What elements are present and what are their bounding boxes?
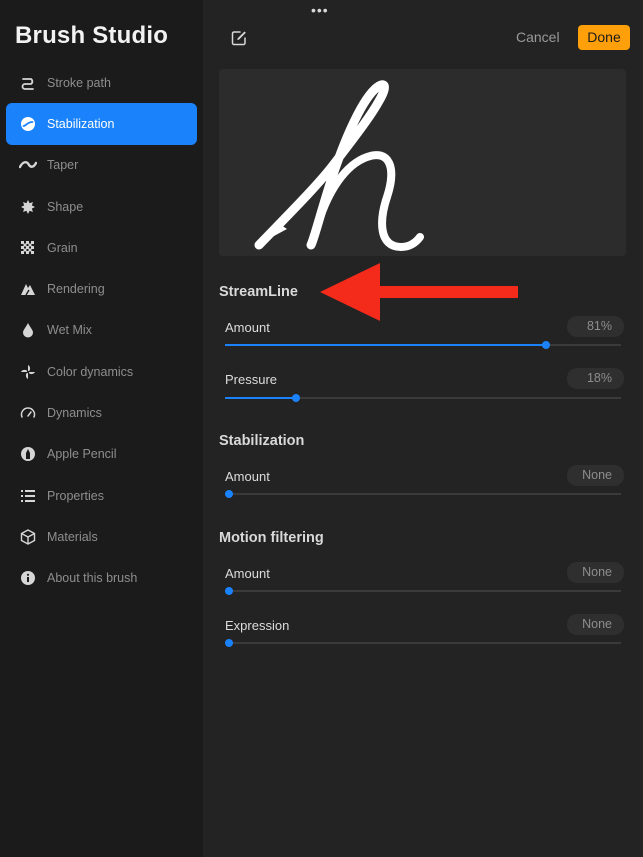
apple-pencil-icon: [18, 444, 38, 464]
sidebar-item-label: Taper: [47, 158, 79, 173]
sidebar-item-rendering[interactable]: Rendering: [6, 268, 197, 309]
slider-knob[interactable]: [292, 394, 301, 402]
sidebar-item-color-dynamics[interactable]: Color dynamics: [6, 351, 197, 392]
sidebar-item-label: Apple Pencil: [47, 447, 117, 462]
materials-icon: [18, 527, 38, 547]
sidebar-item-label: Properties: [47, 488, 104, 503]
dynamics-icon: [18, 403, 38, 423]
sidebar-item-apple-pencil[interactable]: Apple Pencil: [6, 434, 197, 475]
drag-handle[interactable]: •••: [311, 2, 329, 18]
info-icon: [18, 568, 38, 588]
sidebar-item-taper[interactable]: Taper: [6, 145, 197, 186]
grain-icon: [18, 238, 38, 258]
sidebar-item-dynamics[interactable]: Dynamics: [6, 392, 197, 433]
stabilization-amount-slider[interactable]: [225, 490, 621, 498]
slider-knob[interactable]: [225, 587, 233, 595]
drawing-pad-preview[interactable]: [219, 69, 626, 256]
wet-mix-icon: [18, 320, 38, 340]
brush-stroke-preview: [254, 80, 424, 251]
cancel-button[interactable]: Cancel: [516, 29, 560, 45]
sidebar-item-label: Wet Mix: [47, 323, 92, 338]
motion-filtering-expression-slider[interactable]: [225, 639, 621, 647]
sidebar-item-about-this-brush[interactable]: About this brush: [6, 558, 197, 599]
done-button[interactable]: Done: [578, 25, 630, 50]
sidebar-item-wet-mix[interactable]: Wet Mix: [6, 310, 197, 351]
slider-fill: [225, 397, 297, 399]
sidebar-nav: Stroke path Stabilization Taper Shape Gr…: [6, 62, 197, 599]
slider-knob[interactable]: [541, 341, 550, 349]
sidebar-item-label: Materials: [47, 529, 98, 544]
rendering-icon: [18, 279, 38, 299]
sidebar-item-stabilization[interactable]: Stabilization: [6, 103, 197, 145]
streamline-amount-slider[interactable]: [225, 341, 621, 349]
motion-filtering-amount-label: Amount: [225, 566, 270, 581]
streamline-pressure-slider[interactable]: [225, 394, 621, 402]
slider-fill: [225, 344, 546, 346]
sidebar-item-materials[interactable]: Materials: [6, 516, 197, 557]
sidebar-item-label: Rendering: [47, 282, 105, 297]
annotation-arrow-icon: [320, 263, 518, 321]
edit-icon[interactable]: [231, 30, 247, 46]
stabilization-amount-label: Amount: [225, 469, 270, 484]
sidebar-item-label: Color dynamics: [47, 364, 134, 379]
stabilization-icon: [18, 114, 38, 134]
sidebar-item-shape[interactable]: Shape: [6, 186, 197, 227]
sidebar-item-grain[interactable]: Grain: [6, 227, 197, 268]
streamline-pressure-label: Pressure: [225, 372, 278, 387]
stabilization-section-title: Stabilization: [219, 433, 305, 449]
sidebar-item-stroke-path[interactable]: Stroke path: [6, 62, 197, 103]
motion-filtering-section-title: Motion filtering: [219, 530, 324, 546]
slider-knob[interactable]: [225, 490, 233, 498]
sidebar-item-label: Stroke path: [47, 75, 111, 90]
app-title: Brush Studio: [15, 22, 169, 49]
sidebar: Brush Studio Stroke path Stabilization T…: [0, 0, 203, 857]
sidebar-item-label: Shape: [47, 199, 84, 214]
properties-icon: [18, 486, 38, 506]
streamline-section-title: StreamLine: [219, 284, 298, 300]
slider-knob[interactable]: [225, 639, 233, 647]
motion-filtering-expression-label: Expression: [225, 618, 290, 633]
taper-icon: [18, 155, 38, 175]
sidebar-item-label: Dynamics: [47, 406, 102, 421]
stabilization-amount-value: None: [567, 465, 624, 486]
stroke-path-icon: [18, 73, 38, 93]
motion-filtering-amount-value: None: [567, 562, 624, 583]
sidebar-item-label: Stabilization: [47, 116, 115, 131]
motion-filtering-amount-slider[interactable]: [225, 587, 621, 595]
sidebar-item-label: Grain: [47, 240, 78, 255]
color-dynamics-icon: [18, 362, 38, 382]
sidebar-item-properties[interactable]: Properties: [6, 475, 197, 516]
streamline-amount-label: Amount: [225, 320, 270, 335]
streamline-pressure-value: 18%: [567, 368, 624, 389]
motion-filtering-expression-value: None: [567, 614, 624, 635]
shape-icon: [18, 197, 38, 217]
settings-panel: ••• Cancel Done StreamLine Amount 81% Pr…: [203, 0, 643, 857]
streamline-amount-value: 81%: [567, 316, 624, 337]
sidebar-item-label: About this brush: [47, 571, 138, 586]
